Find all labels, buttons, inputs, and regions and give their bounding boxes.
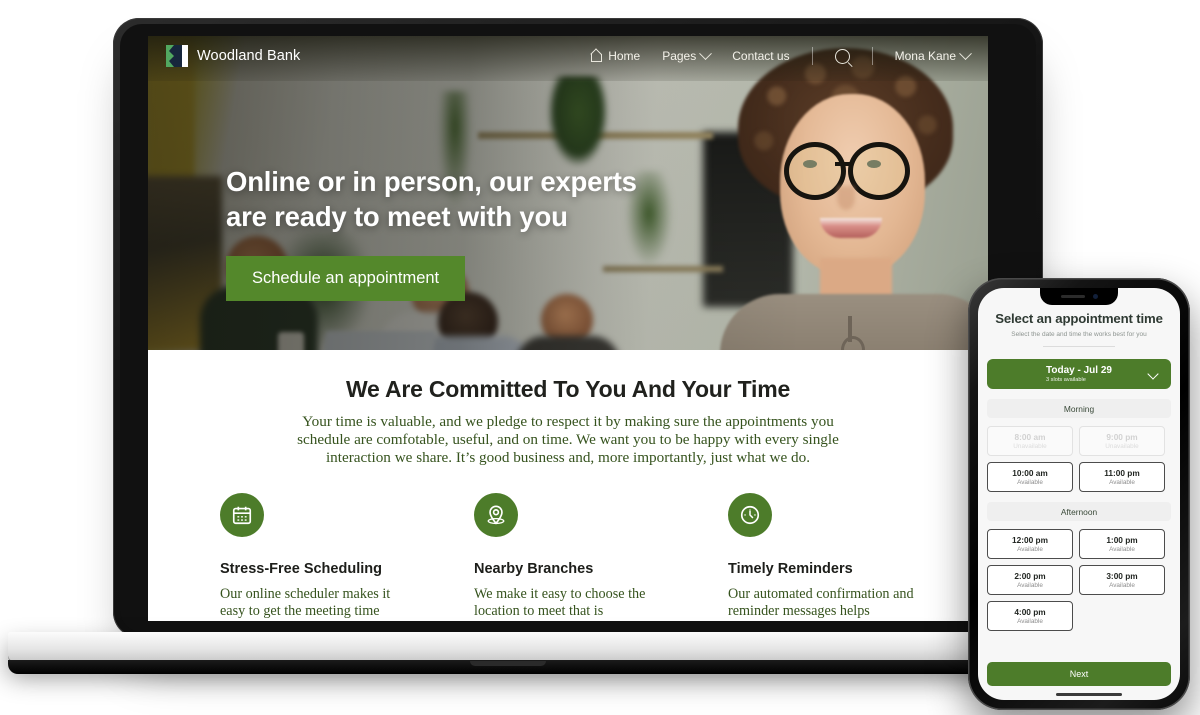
- time-slot-time: 2:00 pm: [1014, 571, 1046, 581]
- feature-card: Nearby Branches We make it easy to choos…: [474, 493, 662, 621]
- morning-slot-grid: 8:00 am Unavailable 9:00 pm Unavailable …: [987, 426, 1171, 492]
- speaker-icon: [1060, 295, 1085, 298]
- calendar-icon: [232, 506, 252, 525]
- appointment-subtitle: Select the date and time the works best …: [1011, 331, 1147, 338]
- time-slot-status: Available: [1017, 479, 1043, 486]
- time-slot-time: 11:00 pm: [1104, 468, 1140, 478]
- committed-body: Your time is valuable, and we pledge to …: [297, 413, 839, 466]
- nav-divider: [871, 47, 873, 65]
- feature-body: We make it easy to choose the location t…: [474, 586, 646, 620]
- nav-label-contact: Contact us: [732, 49, 790, 63]
- nav-label-home: Home: [608, 49, 641, 63]
- committed-section: We Are Committed To You And Your Time Yo…: [148, 350, 988, 467]
- time-slot[interactable]: 10:00 am Available: [987, 462, 1073, 492]
- primary-nav: Home Pages Contact us Mona Kane: [590, 46, 972, 65]
- brand-name: Woodland Bank: [197, 48, 301, 64]
- woodland-bank-logo: [166, 45, 188, 67]
- time-slot[interactable]: 2:00 pm Available: [987, 565, 1073, 595]
- feature-title: Stress-Free Scheduling: [220, 561, 382, 577]
- time-slot-time: 4:00 pm: [1014, 607, 1046, 617]
- user-menu[interactable]: Mona Kane: [894, 46, 972, 63]
- chevron-down-icon: [699, 46, 713, 60]
- time-slot-status: Available: [1017, 582, 1043, 589]
- phone-notch: [1040, 288, 1118, 305]
- phone-screen: Select an appointment time Select the da…: [978, 288, 1180, 700]
- nav-item-pages[interactable]: Pages: [662, 46, 713, 63]
- time-slot-time: 9:00 pm: [1106, 432, 1138, 442]
- phone-mockup: Select an appointment time Select the da…: [968, 278, 1190, 710]
- time-slot-status: Unavailable: [1013, 443, 1047, 450]
- home-indicator: [1056, 693, 1122, 696]
- hero-title-line-1: Online or in person, our experts: [226, 166, 637, 197]
- feature-title: Nearby Branches: [474, 561, 594, 577]
- camera-icon: [1092, 294, 1098, 299]
- feature-body: Our online scheduler makes it easy to ge…: [220, 586, 391, 620]
- clock-icon: [740, 505, 760, 525]
- features-section: Stress-Free Scheduling Our online schedu…: [148, 493, 988, 621]
- laptop-base-notch: [470, 661, 546, 666]
- site-header: Woodland Bank Home Pages Contact us Mona…: [148, 36, 988, 76]
- chevron-down-icon: [1147, 368, 1159, 380]
- time-slot-status: Available: [1017, 618, 1043, 625]
- next-button[interactable]: Next: [987, 662, 1171, 686]
- hero-content: Online or in person, our experts are rea…: [226, 164, 637, 302]
- feature-body: Our automated confirmation and reminder …: [728, 586, 914, 620]
- home-icon: [590, 50, 603, 62]
- map-pin-icon: [487, 505, 505, 525]
- date-selector-slots: 3 slots available: [1046, 377, 1086, 383]
- time-slot-time: 8:00 am: [1014, 432, 1046, 442]
- schedule-appointment-button[interactable]: Schedule an appointment: [226, 256, 466, 302]
- feature-title: Timely Reminders: [728, 561, 853, 577]
- laptop-mockup: Woodland Bank Home Pages Contact us Mona…: [0, 0, 1060, 700]
- time-slot-time: 12:00 pm: [1012, 535, 1048, 545]
- time-slot[interactable]: 3:00 pm Available: [1079, 565, 1165, 595]
- feature-icon-wrap: [728, 493, 772, 537]
- date-selector-label: Today - Jul 29: [1046, 365, 1112, 376]
- laptop-base: [8, 632, 1008, 662]
- time-slot-status: Available: [1109, 479, 1135, 486]
- website-viewport: Woodland Bank Home Pages Contact us Mona…: [148, 36, 988, 621]
- time-slot: 8:00 am Unavailable: [987, 426, 1073, 456]
- time-slot-time: 10:00 am: [1012, 468, 1048, 478]
- time-slot[interactable]: 11:00 pm Available: [1079, 462, 1165, 492]
- brand[interactable]: Woodland Bank: [166, 45, 300, 67]
- feature-icon-wrap: [220, 493, 264, 537]
- appointment-title: Select an appointment time: [995, 311, 1163, 326]
- hero-title-line-2: are ready to meet with you: [226, 201, 568, 233]
- feature-card: Timely Reminders Our automated confirmat…: [728, 493, 916, 621]
- time-slot-status: Available: [1109, 582, 1135, 589]
- feature-icon-wrap: [474, 493, 518, 537]
- feature-card: Stress-Free Scheduling Our online schedu…: [220, 493, 408, 621]
- nav-item-contact[interactable]: Contact us: [732, 49, 789, 63]
- time-slot[interactable]: 4:00 pm Available: [987, 601, 1073, 631]
- search-icon[interactable]: [834, 48, 850, 64]
- time-slot[interactable]: 1:00 pm Available: [1079, 529, 1165, 559]
- user-name: Mona Kane: [894, 49, 956, 63]
- nav-label-pages: Pages: [662, 49, 697, 63]
- divider: [1043, 346, 1115, 347]
- date-selector[interactable]: Today - Jul 29 3 slots available: [987, 359, 1171, 389]
- laptop-screen: Woodland Bank Home Pages Contact us Mona…: [148, 36, 988, 621]
- appointment-picker: Select an appointment time Select the da…: [978, 305, 1180, 631]
- chevron-down-icon: [959, 46, 972, 60]
- nav-divider: [811, 47, 813, 65]
- section-header-morning: Morning: [987, 399, 1171, 418]
- nav-item-home[interactable]: Home: [590, 49, 640, 63]
- committed-heading: We Are Committed To You And Your Time: [345, 376, 791, 402]
- time-slot-time: 1:00 pm: [1106, 535, 1138, 545]
- time-slot-status: Unavailable: [1105, 443, 1139, 450]
- time-slot-status: Available: [1109, 546, 1135, 553]
- section-header-afternoon: Afternoon: [987, 502, 1171, 521]
- time-slot-time: 3:00 pm: [1106, 571, 1138, 581]
- hero-title: Online or in person, our experts are rea…: [226, 164, 637, 234]
- afternoon-slot-grid: 12:00 pm Available 1:00 pm Available 2:0…: [987, 529, 1171, 631]
- time-slot[interactable]: 12:00 pm Available: [987, 529, 1073, 559]
- time-slot: 9:00 pm Unavailable: [1079, 426, 1165, 456]
- time-slot-status: Available: [1017, 546, 1043, 553]
